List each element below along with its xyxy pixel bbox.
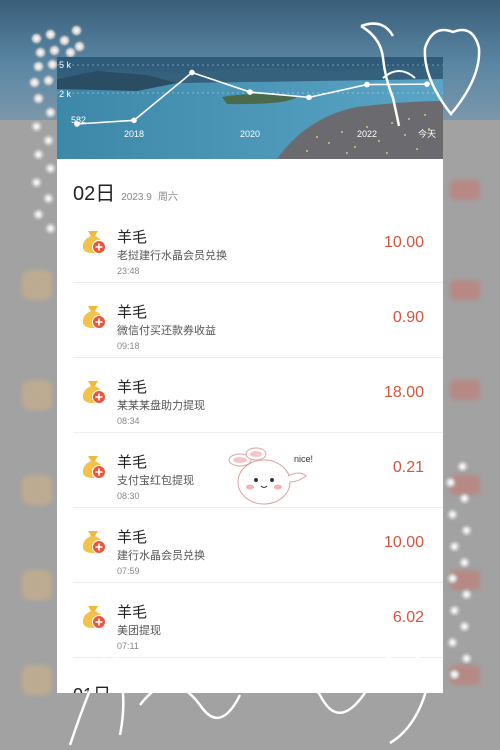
transaction-description: 某某某盘助力提现 [117,400,205,412]
transaction-title: 羊毛 [117,454,148,471]
sticker-text: nice! [294,454,313,464]
date-weekday: 周六 [157,192,178,203]
transaction-time: 23:48 [117,266,140,276]
x-tick-label: 2018 [124,129,144,139]
date-month: 2023.9 [121,192,152,203]
transaction-title: 羊毛 [117,379,148,396]
transaction-description: 老挝建行水晶会员兑换 [117,250,227,262]
transaction-amount: 10.00 [383,534,424,551]
y-tick-label: 2 k [59,89,72,99]
date-day: 02日 [73,183,116,205]
transaction-amount: 0.21 [392,459,424,476]
transaction-time: 08:34 [117,416,140,426]
transaction-row[interactable]: 羊毛某某某盘助力提现 08:34 18.00 [57,358,443,433]
data-point [131,117,137,124]
money-bag-icon [82,531,106,554]
money-bag-icon [82,456,106,479]
transaction-list: 02日 2023.9 周六 羊毛 老挝建行水晶会员兑换 23:48 10.00 羊毛 微信… [57,159,443,693]
y-tick-label: 5 k [59,60,72,70]
money-bag-icon [82,306,106,329]
transaction-amount: 18.00 [383,384,424,401]
data-point [306,94,312,101]
transaction-description: 建行水晶会员兑换 [117,550,205,562]
x-tick-label: 2020 [240,129,260,139]
transaction-title: 羊毛 [117,304,148,321]
transaction-amount: 0.90 [392,309,424,326]
heart-doodle [360,22,481,127]
transaction-title: 羊毛 [117,229,148,246]
transaction-row[interactable]: 羊毛老挝建行水晶会员兑换 23:48 10.00 [57,208,443,283]
y-tick-label: 582 [71,115,86,125]
transaction-time: 07:59 [117,566,140,576]
transaction-description: 支付宝红包提现 [117,475,194,487]
transaction-row[interactable]: 羊毛微信付买还款券收益 09:18 0.90 [57,283,443,358]
data-point [189,69,195,76]
transaction-row[interactable]: 羊毛建行水晶会员兑换 07:59 10.00 [57,508,443,583]
transaction-time: 08:30 [117,491,140,501]
transactions-card: 5 k2 k 582 2018 2020 2022 今天 02日 2023.9 周六 羊毛… [57,57,443,693]
transaction-time: 09:18 [117,341,140,351]
transaction-title: 羊毛 [117,529,148,546]
transaction-amount: 10.00 [383,234,424,251]
transaction-title: 羊毛 [117,604,148,621]
date-header: 02日 2023.9 周六 [73,177,178,206]
transaction-description: 微信付买还款券收益 [117,325,216,337]
money-bag-icon [82,381,106,404]
bunny-sticker: nice! [228,447,313,505]
handwriting-doodle [68,642,432,746]
money-bag-icon [82,231,106,254]
data-point [247,89,253,95]
